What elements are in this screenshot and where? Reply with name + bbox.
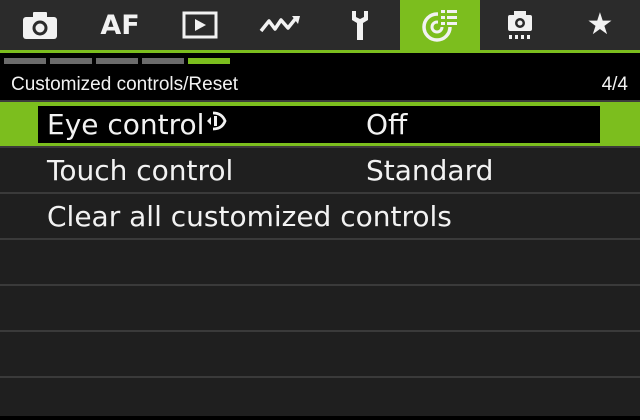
tab-custom-functions[interactable]	[400, 0, 480, 50]
page-number: 4/4	[601, 74, 628, 95]
page-indicator-2	[50, 58, 92, 64]
wireless-icon	[258, 12, 302, 38]
menu-item-clear-customized-controls[interactable]: Clear all customized controls	[0, 194, 640, 240]
page-indicator-5	[188, 58, 230, 64]
tab-underline	[0, 50, 640, 53]
tab-sensor[interactable]	[480, 0, 560, 50]
menu-item-empty	[0, 378, 640, 416]
star-icon: ★	[586, 7, 614, 42]
menu-item-touch-control[interactable]: Touch control Standard	[0, 148, 640, 194]
camera-icon	[22, 10, 58, 40]
menu-tab-bar: AF ★	[0, 0, 640, 50]
tab-setup[interactable]	[320, 0, 400, 50]
menu-item-empty	[0, 286, 640, 332]
af-icon: AF	[100, 9, 140, 41]
menu-item-label: Eye control	[47, 108, 205, 141]
tab-shooting[interactable]	[0, 0, 80, 50]
tab-my-menu[interactable]: ★	[560, 0, 640, 50]
tab-wireless[interactable]	[240, 0, 320, 50]
menu-item-empty	[0, 240, 640, 286]
custom-functions-icon	[420, 7, 460, 43]
sensor-cleaning-icon	[502, 9, 538, 41]
menu-item-value: Off	[366, 108, 408, 141]
tab-af[interactable]: AF	[80, 0, 160, 50]
menu-item-value: Standard	[366, 154, 494, 187]
menu-item-empty	[0, 332, 640, 378]
playback-icon	[182, 11, 218, 39]
menu-list: Eye control Off Touch control Standard C…	[0, 102, 640, 416]
page-indicator-1	[4, 58, 46, 64]
page-indicator-3	[96, 58, 138, 64]
eye-control-icon	[206, 100, 228, 146]
menu-item-label: Clear all customized controls	[47, 200, 452, 233]
wrench-icon	[346, 9, 374, 41]
page-indicator-4	[142, 58, 184, 64]
tab-playback[interactable]	[160, 0, 240, 50]
menu-item-label: Touch control	[47, 154, 234, 187]
menu-item-eye-control[interactable]: Eye control Off	[0, 102, 640, 148]
page-title: Customized controls/Reset	[11, 74, 239, 95]
